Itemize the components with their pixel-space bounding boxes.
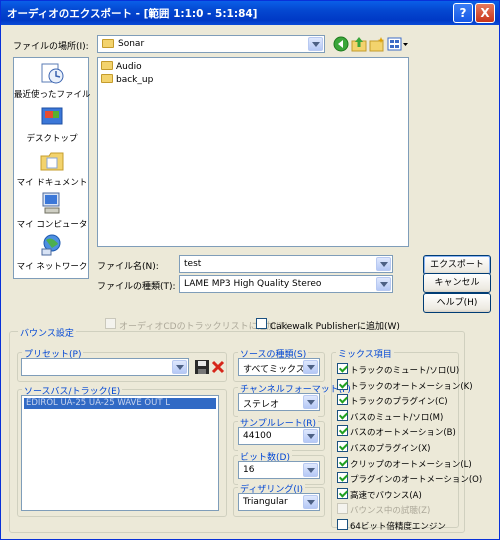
place-recent[interactable]: 最近使ったファイル — [14, 62, 91, 100]
place-network-label: マイ ネットワーク — [16, 262, 88, 272]
mix-item-checkbox[interactable] — [337, 503, 348, 514]
recent-files-icon — [41, 63, 64, 84]
location-folder-icon — [102, 39, 117, 51]
file-name: Audio — [116, 62, 142, 72]
mix-item-label: トラックのミュート/ソロ(U) — [350, 366, 460, 376]
mix-item-checkbox[interactable] — [337, 472, 348, 483]
mix-item-checkbox[interactable] — [337, 410, 348, 421]
mix-item-checkbox[interactable] — [337, 441, 348, 452]
place-desktop[interactable]: デスクトップ — [14, 106, 90, 144]
mix-item-label: 64ビット倍精度エンジン — [350, 522, 446, 532]
mix-item-checkbox[interactable] — [337, 425, 348, 436]
location-combo[interactable]: Sonar — [97, 35, 325, 53]
preset-select[interactable] — [21, 358, 189, 376]
my-network-icon — [41, 234, 61, 256]
places-bar: 最近使ったファイル デスクトップ マイ ドキュメント マイ コンピュータ マイ … — [13, 57, 91, 279]
bitdepth-value: 16 — [243, 465, 255, 475]
bounce-settings-title: バウンス設定 — [18, 326, 76, 339]
place-recent-label: 最近使ったファイル — [14, 90, 91, 100]
list-item[interactable]: back_up — [101, 74, 153, 86]
chevron-down-icon[interactable] — [303, 395, 318, 409]
filename-label: ファイル名(N): — [97, 262, 159, 272]
location-value: Sonar — [118, 39, 145, 49]
place-documents[interactable]: マイ ドキュメント — [14, 150, 90, 188]
mix-item-label: バスのミュート/ソロ(M) — [350, 413, 444, 423]
back-icon[interactable] — [333, 36, 349, 52]
place-desktop-label: デスクトップ — [26, 134, 78, 144]
my-computer-icon — [42, 192, 60, 214]
help-title-button[interactable]: ? — [453, 3, 473, 23]
view-menu-icon[interactable] — [387, 36, 409, 52]
chevron-down-icon[interactable] — [376, 257, 391, 271]
desktop-icon — [41, 107, 63, 125]
new-folder-icon[interactable] — [369, 36, 385, 52]
delete-preset-icon[interactable] — [210, 359, 226, 375]
mix-item-label: バスのオートメーション(B) — [350, 428, 456, 438]
place-network[interactable]: マイ ネットワーク — [14, 234, 90, 272]
title-bar[interactable]: オーディオのエクスポート - [範囲 1:1:0 - 5:1:84] ? X — [1, 1, 499, 25]
chevron-down-icon[interactable] — [308, 37, 323, 51]
mix-item-checkbox[interactable] — [337, 379, 348, 390]
filetype-label: ファイルの種類(T): — [97, 282, 176, 292]
mix-item-checkbox[interactable] — [337, 488, 348, 499]
mix-item-label: クリップのオートメーション(L) — [350, 460, 472, 470]
samplerate-value: 44100 — [243, 431, 272, 441]
list-item[interactable]: EDIROL UA-25 UA-25 WAVE OUT L — [24, 398, 216, 409]
filename-input[interactable]: test — [179, 255, 393, 273]
file-name: back_up — [116, 75, 154, 85]
filetype-value: LAME MP3 High Quality Stereo — [184, 279, 322, 289]
close-title-button[interactable]: X — [475, 3, 495, 23]
filename-value: test — [184, 259, 202, 269]
mix-item-label: プラグインのオートメーション(O) — [350, 475, 483, 485]
chevron-down-icon[interactable] — [172, 360, 187, 374]
mix-item-label: トラックのオートメーション(K) — [350, 382, 473, 392]
location-label: ファイルの場所(I): — [13, 42, 89, 52]
up-folder-icon[interactable] — [351, 36, 367, 52]
file-list[interactable]: Audio back_up — [97, 57, 409, 247]
export-button[interactable]: エクスポート — [423, 255, 491, 275]
mix-items-group: ミックス項目 — [331, 347, 459, 528]
list-item[interactable]: Audio — [101, 61, 142, 73]
chevron-down-icon[interactable] — [303, 360, 318, 374]
channel-select[interactable]: ステレオ — [238, 393, 320, 411]
channel-value: ステレオ — [243, 400, 280, 410]
mix-item-label: 高速でバウンス(A) — [350, 491, 422, 501]
mix-item-checkbox[interactable] — [337, 363, 348, 374]
help-button[interactable]: ヘルプ(H) — [423, 293, 491, 313]
mix-item-label: トラックのプラグイン(C) — [350, 397, 448, 407]
source-list[interactable]: EDIROL UA-25 UA-25 WAVE OUT L — [21, 395, 219, 511]
mix-item-checkbox[interactable] — [337, 457, 348, 468]
samplerate-select[interactable]: 44100 — [238, 427, 320, 445]
cancel-button[interactable]: キャンセル — [423, 273, 491, 293]
my-documents-icon — [40, 152, 64, 171]
place-computer-label: マイ コンピュータ — [16, 220, 88, 230]
place-documents-label: マイ ドキュメント — [16, 178, 88, 188]
chevron-down-icon[interactable] — [303, 429, 318, 443]
chevron-down-icon[interactable] — [303, 495, 318, 509]
source-type-select[interactable]: すべてミックス — [238, 358, 320, 376]
filetype-select[interactable]: LAME MP3 High Quality Stereo — [179, 275, 393, 293]
source-type-value: すべてミックス — [243, 365, 305, 375]
bitdepth-select[interactable]: 16 — [238, 461, 320, 479]
dither-value: Triangular — [243, 497, 288, 507]
folder-icon — [101, 74, 113, 83]
export-audio-dialog: オーディオのエクスポート - [範囲 1:1:0 - 5:1:84] ? X フ… — [0, 0, 500, 540]
chevron-down-icon[interactable] — [303, 463, 318, 477]
mix-item-checkbox[interactable] — [337, 519, 348, 530]
dither-select[interactable]: Triangular — [238, 493, 320, 511]
window-title: オーディオのエクスポート - [範囲 1:1:0 - 5:1:84] — [7, 8, 258, 20]
mix-items-title: ミックス項目 — [336, 347, 394, 360]
mix-item-label: バウンス中の試聴(Z) — [350, 506, 431, 516]
chevron-down-icon[interactable] — [376, 277, 391, 291]
folder-icon — [101, 61, 113, 70]
mix-item-label: バスのプラグイン(X) — [350, 444, 431, 454]
audio-cd-checkbox[interactable] — [105, 318, 116, 329]
mix-item-checkbox[interactable] — [337, 394, 348, 405]
place-computer[interactable]: マイ コンピュータ — [14, 192, 90, 230]
save-preset-icon[interactable] — [194, 359, 210, 375]
cakewalk-publisher-checkbox[interactable] — [256, 318, 267, 329]
